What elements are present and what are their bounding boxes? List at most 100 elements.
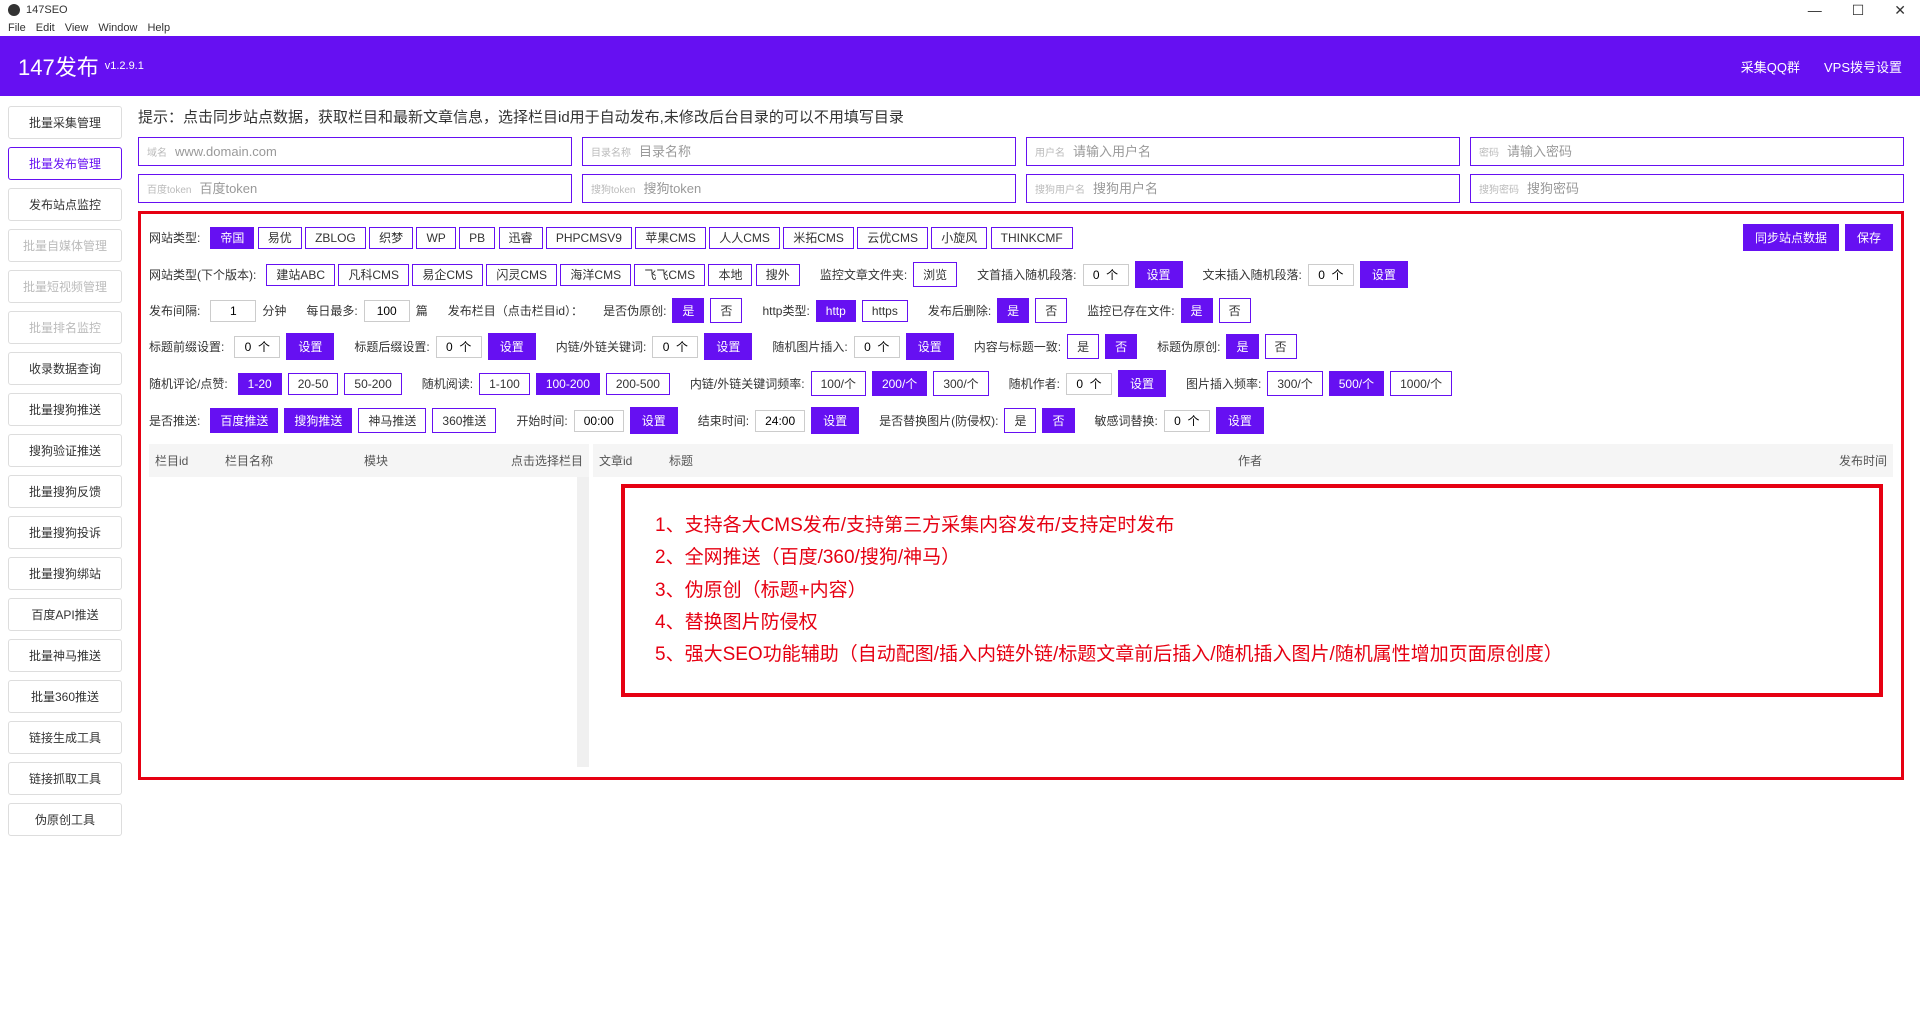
sidebar-item-1[interactable]: 批量发布管理 (8, 147, 122, 180)
cred2-input-1[interactable] (643, 181, 1007, 196)
site-type-8[interactable]: 苹果CMS (635, 227, 706, 249)
next-version-type-7[interactable]: 搜外 (756, 264, 800, 286)
close-button[interactable]: ✕ (1888, 2, 1912, 19)
sidebar-item-2[interactable]: 发布站点监控 (8, 188, 122, 221)
sidebar-item-15[interactable]: 链接生成工具 (8, 721, 122, 754)
site-type-3[interactable]: 织梦 (369, 227, 413, 249)
maximize-button[interactable]: ☐ (1846, 2, 1871, 19)
site-type-12[interactable]: 小旋风 (931, 227, 987, 249)
replace-img-no[interactable]: 否 (1042, 408, 1074, 433)
sidebar-item-7[interactable]: 批量搜狗推送 (8, 393, 122, 426)
random-comment-opt-1[interactable]: 20-50 (288, 373, 339, 395)
pseudo-yes[interactable]: 是 (672, 298, 704, 323)
site-type-4[interactable]: WP (416, 227, 455, 249)
sensitive-replace-set[interactable]: 设置 (1216, 407, 1264, 434)
site-type-9[interactable]: 人人CMS (709, 227, 780, 249)
title-suffix-input[interactable] (436, 336, 482, 358)
random-author-input[interactable] (1066, 373, 1112, 395)
replace-img-yes[interactable]: 是 (1004, 408, 1036, 433)
menu-edit[interactable]: Edit (36, 22, 55, 34)
next-version-type-2[interactable]: 易企CMS (412, 264, 483, 286)
browse-button[interactable]: 浏览 (913, 262, 957, 287)
title-prefix-input[interactable] (234, 336, 280, 358)
link-freq-opt-0[interactable]: 100/个 (811, 371, 866, 396)
site-type-5[interactable]: PB (459, 227, 495, 249)
cred2-input-0[interactable] (199, 181, 563, 196)
insert-head-set[interactable]: 设置 (1135, 261, 1183, 288)
push-baidu[interactable]: 百度推送 (210, 408, 278, 433)
random-img-set[interactable]: 设置 (906, 333, 954, 360)
menu-view[interactable]: View (65, 22, 89, 34)
random-author-set[interactable]: 设置 (1118, 370, 1166, 397)
http-opt[interactable]: http (816, 300, 856, 322)
next-version-type-1[interactable]: 凡科CMS (338, 264, 409, 286)
site-type-2[interactable]: ZBLOG (305, 227, 366, 249)
menu-window[interactable]: Window (98, 22, 137, 34)
random-read-opt-1[interactable]: 100-200 (536, 373, 600, 395)
pseudo-no[interactable]: 否 (710, 298, 742, 323)
cred1-input-3[interactable] (1507, 144, 1895, 159)
push-360[interactable]: 360推送 (432, 408, 496, 433)
start-time-set[interactable]: 设置 (630, 407, 678, 434)
monitor-exist-no[interactable]: 否 (1219, 298, 1251, 323)
sensitive-replace-input[interactable] (1164, 410, 1210, 432)
sidebar-item-9[interactable]: 批量搜狗反馈 (8, 475, 122, 508)
random-comment-opt-0[interactable]: 1-20 (238, 373, 282, 395)
start-time-input[interactable] (574, 410, 624, 432)
site-type-10[interactable]: 米拓CMS (783, 227, 854, 249)
random-comment-opt-2[interactable]: 50-200 (344, 373, 401, 395)
next-version-type-6[interactable]: 本地 (708, 264, 752, 286)
title-pseudo-yes[interactable]: 是 (1226, 334, 1258, 359)
sidebar-item-17[interactable]: 伪原创工具 (8, 803, 122, 836)
push-sogou[interactable]: 搜狗推送 (284, 408, 352, 433)
delete-after-no[interactable]: 否 (1035, 298, 1067, 323)
content-title-same-no[interactable]: 否 (1105, 334, 1137, 359)
sync-site-button[interactable]: 同步站点数据 (1743, 224, 1839, 251)
next-version-type-4[interactable]: 海洋CMS (560, 264, 631, 286)
https-opt[interactable]: https (862, 300, 908, 322)
cred1-input-1[interactable] (639, 144, 1007, 159)
link-freq-opt-2[interactable]: 300/个 (933, 371, 988, 396)
cred2-input-2[interactable] (1093, 181, 1451, 196)
sidebar-item-10[interactable]: 批量搜狗投诉 (8, 516, 122, 549)
sidebar-item-0[interactable]: 批量采集管理 (8, 106, 122, 139)
link-freq-opt-1[interactable]: 200/个 (872, 371, 927, 396)
site-type-6[interactable]: 迅睿 (499, 227, 543, 249)
img-freq-opt-2[interactable]: 1000/个 (1390, 371, 1452, 396)
sidebar-item-6[interactable]: 收录数据查询 (8, 352, 122, 385)
vps-dial-link[interactable]: VPS拨号设置 (1824, 57, 1902, 76)
daily-max-input[interactable] (364, 300, 410, 322)
end-time-set[interactable]: 设置 (811, 407, 859, 434)
sidebar-item-11[interactable]: 批量搜狗绑站 (8, 557, 122, 590)
random-read-opt-2[interactable]: 200-500 (606, 373, 670, 395)
site-type-13[interactable]: THINKCMF (991, 227, 1073, 249)
site-type-11[interactable]: 云优CMS (857, 227, 928, 249)
sidebar-item-12[interactable]: 百度API推送 (8, 598, 122, 631)
end-time-input[interactable] (755, 410, 805, 432)
insert-tail-set[interactable]: 设置 (1360, 261, 1408, 288)
random-read-opt-0[interactable]: 1-100 (479, 373, 530, 395)
site-type-7[interactable]: PHPCMSV9 (546, 227, 632, 249)
delete-after-yes[interactable]: 是 (997, 298, 1029, 323)
cred2-input-3[interactable] (1527, 181, 1895, 196)
save-button[interactable]: 保存 (1845, 224, 1893, 251)
sidebar-item-14[interactable]: 批量360推送 (8, 680, 122, 713)
link-keyword-set[interactable]: 设置 (704, 333, 752, 360)
sidebar-item-16[interactable]: 链接抓取工具 (8, 762, 122, 795)
insert-tail-input[interactable] (1308, 264, 1354, 286)
next-version-type-5[interactable]: 飞飞CMS (634, 264, 705, 286)
cred1-input-0[interactable] (175, 144, 563, 159)
monitor-exist-yes[interactable]: 是 (1181, 298, 1213, 323)
interval-input[interactable] (210, 300, 256, 322)
random-img-input[interactable] (854, 336, 900, 358)
next-version-type-0[interactable]: 建站ABC (266, 264, 335, 286)
site-type-1[interactable]: 易优 (258, 227, 302, 249)
menu-file[interactable]: File (8, 22, 26, 34)
minimize-button[interactable]: — (1802, 2, 1828, 19)
title-pseudo-no[interactable]: 否 (1265, 334, 1297, 359)
site-type-0[interactable]: 帝国 (210, 227, 254, 249)
link-keyword-input[interactable] (652, 336, 698, 358)
title-suffix-set[interactable]: 设置 (488, 333, 536, 360)
sidebar-item-13[interactable]: 批量神马推送 (8, 639, 122, 672)
cred1-input-2[interactable] (1073, 144, 1451, 159)
